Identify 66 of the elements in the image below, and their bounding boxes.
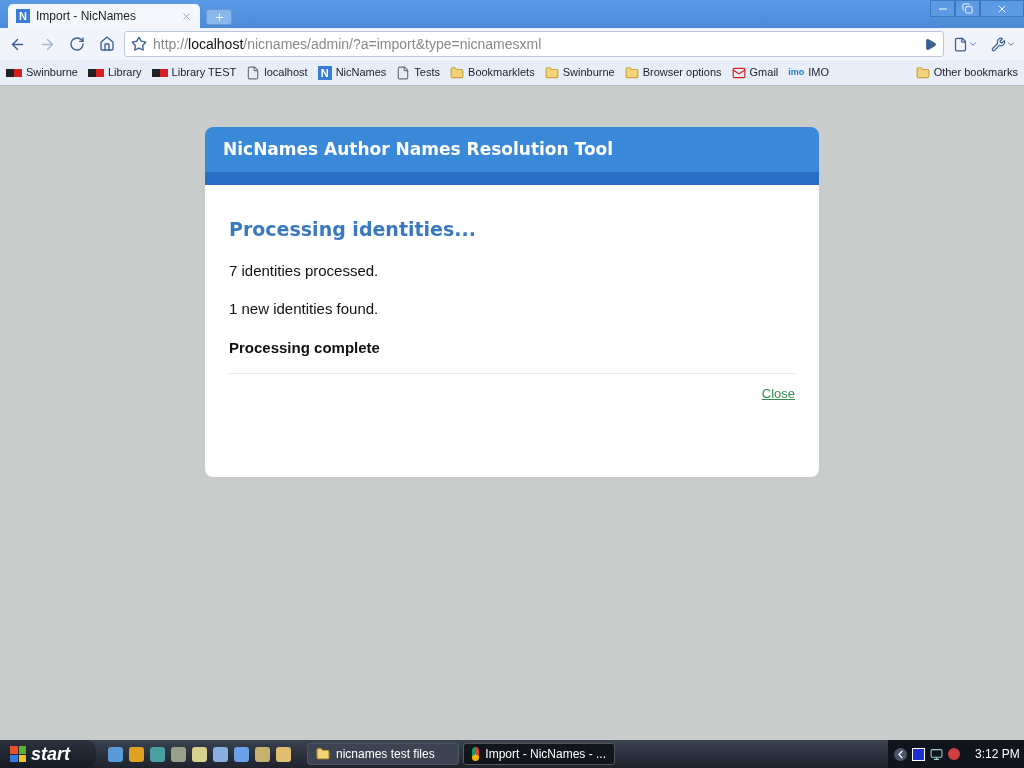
- quick-launch-icon[interactable]: [192, 746, 207, 762]
- flag-icon: [88, 68, 104, 77]
- caret-icon: [967, 39, 978, 49]
- quick-launch-icon[interactable]: [129, 746, 144, 762]
- bookmark-link[interactable]: Swinburne: [544, 64, 615, 81]
- status-message: 7 identities processed.: [229, 260, 379, 281]
- taskbar-button[interactable]: nicnames test files: [307, 743, 459, 765]
- status-message: Processing complete: [229, 337, 380, 358]
- flag-icon: [151, 68, 168, 77]
- bookmark-link[interactable]: Browser options: [624, 64, 722, 81]
- caret-icon: [1005, 39, 1016, 49]
- dialog-heading: Processing identities...: [229, 217, 477, 242]
- browser-tab[interactable]: N Import - NicNames: [8, 4, 200, 28]
- status-message: 1 new identities found.: [229, 299, 379, 319]
- expand-icon[interactable]: [894, 747, 907, 761]
- flag-icon: [6, 68, 22, 77]
- quick-launch-icon[interactable]: [234, 746, 249, 762]
- tab-title: Import - NicNames: [36, 8, 137, 25]
- close-link[interactable]: Close: [761, 384, 795, 404]
- star-icon[interactable]: [131, 36, 147, 52]
- mail-icon: [731, 65, 746, 80]
- bookmark-link[interactable]: imo IMO: [788, 64, 830, 81]
- page-icon: [396, 65, 411, 80]
- address-bar[interactable]: http://localhost/nicnames/admin/?a=import&type=nicnamesxml: [124, 31, 944, 57]
- bookmark-link[interactable]: localhost: [246, 64, 308, 81]
- quick-launch-icon[interactable]: [255, 746, 270, 762]
- go-icon[interactable]: [924, 37, 937, 51]
- folder-icon: [316, 747, 330, 761]
- tray-icon[interactable]: [912, 747, 925, 761]
- dialog-title: NicNames Author Names Resolution Tool: [223, 137, 614, 161]
- minimize-button[interactable]: [930, 0, 955, 17]
- folder-icon: [450, 65, 465, 80]
- taskbar-button[interactable]: Import - NicNames - ...: [463, 743, 615, 765]
- quick-launch-icon[interactable]: [108, 746, 123, 762]
- logo-icon: N: [317, 65, 332, 80]
- home-icon: [99, 36, 115, 52]
- folder-icon: [915, 65, 930, 80]
- other-bookmarks-link[interactable]: Other bookmarks: [915, 64, 1018, 81]
- bookmark-link[interactable]: Gmail: [731, 64, 779, 81]
- restore-button[interactable]: [955, 0, 980, 17]
- page-icon: [952, 36, 968, 52]
- folder-icon: [544, 65, 559, 80]
- reload-icon: [69, 36, 85, 52]
- quick-launch-icon[interactable]: [150, 746, 165, 762]
- quick-launch-icon[interactable]: [171, 746, 186, 762]
- plus-icon: [213, 11, 225, 23]
- clock: 3:12 PM: [975, 746, 1020, 763]
- new-tab-button[interactable]: [206, 9, 232, 25]
- quick-launch-icon[interactable]: [213, 746, 228, 762]
- favicon-icon: N: [16, 9, 30, 23]
- bookmark-link[interactable]: Tests: [396, 64, 441, 81]
- start-button[interactable]: start: [0, 740, 96, 768]
- bookmark-link[interactable]: Bookmarklets: [450, 64, 535, 81]
- restore-icon: [962, 3, 973, 14]
- bookmark-link[interactable]: N NicNames: [317, 64, 387, 81]
- page-icon: [246, 65, 261, 80]
- logo-icon: imo: [788, 68, 805, 77]
- folder-icon: [624, 65, 639, 80]
- bookmark-link[interactable]: Library: [88, 64, 142, 81]
- wrench-icon: [990, 36, 1006, 52]
- network-icon[interactable]: [930, 747, 943, 761]
- url-text: http://localhost/nicnames/admin/?a=import&type=nicnamesxml: [153, 34, 543, 54]
- bookmark-link[interactable]: Library TEST: [151, 64, 237, 81]
- quick-launch-icon[interactable]: [276, 746, 291, 762]
- bookmark-link[interactable]: Swinburne: [6, 64, 78, 81]
- windows-logo-icon: [10, 746, 26, 762]
